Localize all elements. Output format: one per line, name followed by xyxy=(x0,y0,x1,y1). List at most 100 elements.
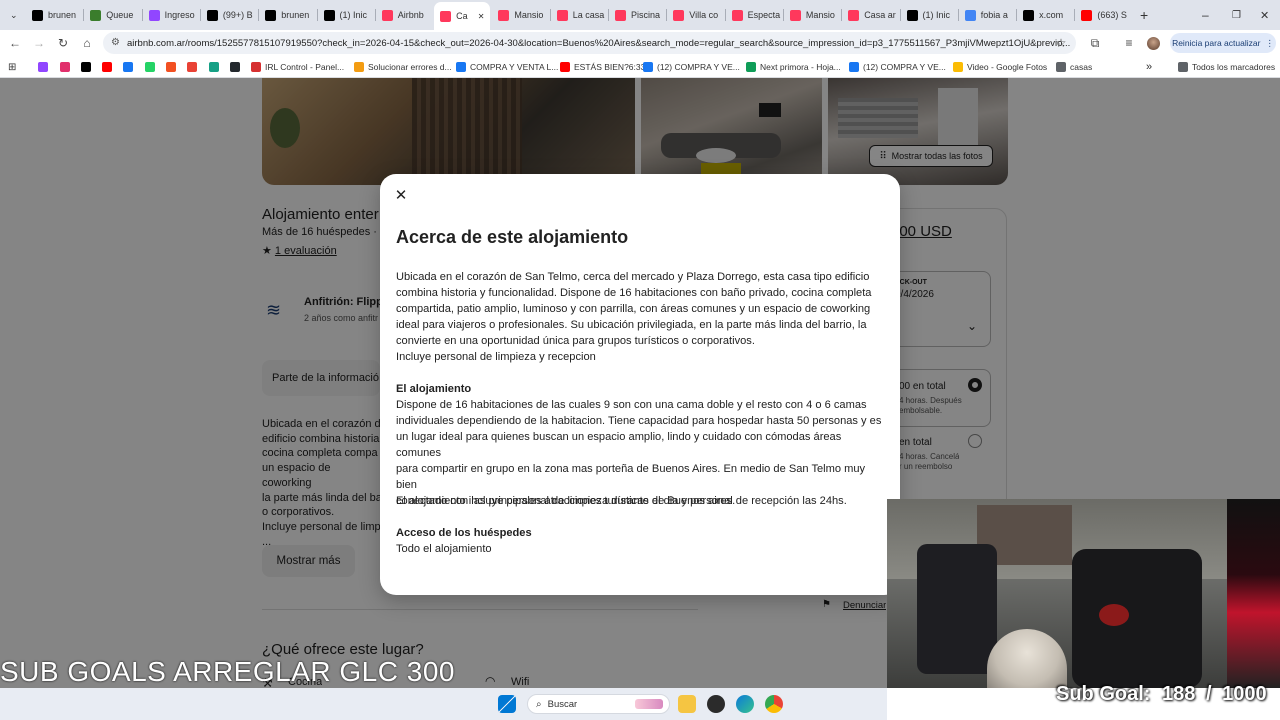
intro-line: Ubicada en el corazón de San Telmo, cerc… xyxy=(396,271,870,283)
bookmark-label: (12) COMPRA Y VE... xyxy=(863,62,946,72)
browser-tab[interactable]: Piscina xyxy=(609,4,665,26)
restore-button[interactable]: ❐ xyxy=(1226,4,1244,26)
about-listing-modal: ✕ Acerca de este alojamiento Ubicada en … xyxy=(380,174,900,595)
airbnb-icon xyxy=(615,9,626,21)
modal-close-button[interactable]: ✕ xyxy=(392,186,410,204)
tab-label: (1) Inic xyxy=(339,10,368,20)
media-button[interactable]: ≡ xyxy=(1122,36,1136,50)
body-line: individuales dependiendo de la habitacio… xyxy=(396,415,882,427)
tab-label: Piscina xyxy=(631,10,661,20)
bookmark-item[interactable] xyxy=(230,60,240,74)
tab-label: Casa ar xyxy=(864,10,896,20)
bookmark-item[interactable]: casas xyxy=(1056,60,1092,74)
browser-tab[interactable]: La casa xyxy=(551,4,607,26)
close-tab-icon[interactable]: ✕ xyxy=(478,12,485,21)
close-icon: ✕ xyxy=(1260,9,1270,22)
whatsapp-icon xyxy=(145,62,155,72)
bookmark-item[interactable]: (12) COMPRA Y VE... xyxy=(643,60,740,74)
bookmark-item[interactable] xyxy=(166,60,176,74)
home-icon: ⌂ xyxy=(83,36,91,50)
apps-grid-icon: ⊞ xyxy=(8,61,17,73)
browser-tab[interactable]: brunen xyxy=(26,4,82,26)
airbnb-icon xyxy=(381,9,393,21)
microsoft-icon xyxy=(166,62,176,72)
back-button[interactable]: ← xyxy=(8,36,22,50)
browser-tab[interactable]: (99+) B xyxy=(201,4,257,26)
bookmark-item[interactable] xyxy=(123,60,133,74)
bookmark-item[interactable] xyxy=(145,60,155,74)
close-window-button[interactable]: ✕ xyxy=(1254,4,1272,26)
browser-tab[interactable]: brunen xyxy=(259,4,315,26)
sub-goals-banner: SUB GOALS ARREGLAR GLC 300 xyxy=(0,656,455,687)
sub-goal-label: Sub Goal: xyxy=(1056,683,1151,705)
avatar xyxy=(1146,36,1160,50)
bookmark-item[interactable]: Video - Google Fotos xyxy=(953,60,1047,74)
edge-icon[interactable] xyxy=(736,695,754,713)
browser-tab[interactable]: (1) Inic xyxy=(901,4,957,26)
update-button[interactable]: Reinicia para actualizar ⋮ xyxy=(1170,33,1276,53)
facebook-icon xyxy=(123,62,133,72)
profile-button[interactable] xyxy=(1146,36,1160,50)
minimize-icon: – xyxy=(1202,8,1209,22)
address-bar[interactable]: ⚙ airbnb.com.ar/rooms/152557781510791955… xyxy=(103,32,1076,54)
bookmark-item[interactable] xyxy=(209,60,219,74)
app-icon-dark[interactable] xyxy=(707,695,725,713)
x-icon xyxy=(1023,9,1035,21)
browser-tab[interactable]: Ca ✕ xyxy=(434,2,491,30)
file-explorer-icon[interactable] xyxy=(678,695,696,713)
minimize-button[interactable]: – xyxy=(1196,4,1214,26)
bookmark-star-button[interactable]: ☆ xyxy=(1054,36,1068,50)
folder-icon xyxy=(1056,62,1066,72)
bookmark-item[interactable] xyxy=(60,60,70,74)
windows-start-icon[interactable] xyxy=(498,695,516,713)
tab-label: (663) S xyxy=(1097,10,1127,20)
browser-tab[interactable]: Ingreso xyxy=(143,4,199,26)
bookmark-item[interactable]: Next primora - Hoja... xyxy=(746,60,841,74)
bookmark-label: casas xyxy=(1070,62,1093,72)
search-placeholder: Buscar xyxy=(547,698,578,710)
home-button[interactable]: ⌂ xyxy=(80,36,94,50)
new-tab-button[interactable]: + xyxy=(1134,4,1152,26)
bookmarks-bar: ⊞ IRL Control - Panel... Solucionar error… xyxy=(0,56,1280,78)
bookmark-item[interactable]: IRL Control - Panel... xyxy=(251,60,344,74)
bookmark-item[interactable] xyxy=(38,60,48,74)
browser-tab[interactable]: (663) S xyxy=(1075,4,1131,26)
apps-button[interactable]: ⊞ xyxy=(8,60,16,74)
bookmark-item[interactable]: (12) COMPRA Y VE... xyxy=(849,60,946,74)
sheets-icon xyxy=(746,62,756,72)
reload-icon: ↻ xyxy=(57,36,69,50)
browser-tab[interactable]: Queue xyxy=(84,4,140,26)
browser-tab[interactable]: Airbnb xyxy=(376,4,432,26)
browser-tab[interactable]: fobia a xyxy=(959,4,1015,26)
airbnb-icon xyxy=(498,9,510,21)
bookmark-item[interactable] xyxy=(102,60,112,74)
tab-label: brunen xyxy=(281,10,310,20)
close-icon: ✕ xyxy=(394,187,408,204)
windows-taskbar: ⌕ Buscar xyxy=(0,688,887,720)
extensions-button[interactable]: ⧉ xyxy=(1088,36,1102,50)
browser-tab[interactable]: Casa ar xyxy=(842,4,898,26)
browser-tab[interactable]: Mansio xyxy=(492,4,548,26)
bookmark-item[interactable]: Todos los marcadores xyxy=(1178,60,1275,74)
bookmark-item[interactable]: Solucionar errores d... xyxy=(354,60,452,74)
more-bookmarks-button[interactable]: » xyxy=(1146,60,1152,74)
bookmark-item[interactable] xyxy=(187,60,197,74)
bookmark-item[interactable] xyxy=(81,60,91,74)
browser-tab[interactable]: Villa co xyxy=(667,4,723,26)
browser-tab[interactable]: x.com xyxy=(1017,4,1073,26)
chrome-icon[interactable] xyxy=(765,695,783,713)
forward-button[interactable]: → xyxy=(32,36,46,50)
browser-tab[interactable]: (1) Inic xyxy=(318,4,374,26)
modal-title: Acerca de este alojamiento xyxy=(396,227,629,247)
taskbar-search[interactable]: ⌕ Buscar xyxy=(527,694,670,714)
bookmark-item[interactable]: COMPRA Y VENTA L... xyxy=(456,60,558,74)
tab-search-button[interactable]: ⌄ xyxy=(4,4,22,26)
site-info-icon[interactable]: ⚙ xyxy=(111,37,120,48)
intro-line: compartida, patio amplio, luminoso y con… xyxy=(396,303,871,315)
section-extra-alojamiento: El alojamiento incluye personal de limpi… xyxy=(396,495,847,507)
browser-tab[interactable]: Especta xyxy=(726,4,782,26)
bookmark-item[interactable]: ESTÁS BIEN?6:33 xyxy=(560,60,645,74)
tab-label: brunen xyxy=(48,10,77,20)
reload-button[interactable]: ↻ xyxy=(56,36,70,50)
browser-tab[interactable]: Mansio xyxy=(784,4,840,26)
